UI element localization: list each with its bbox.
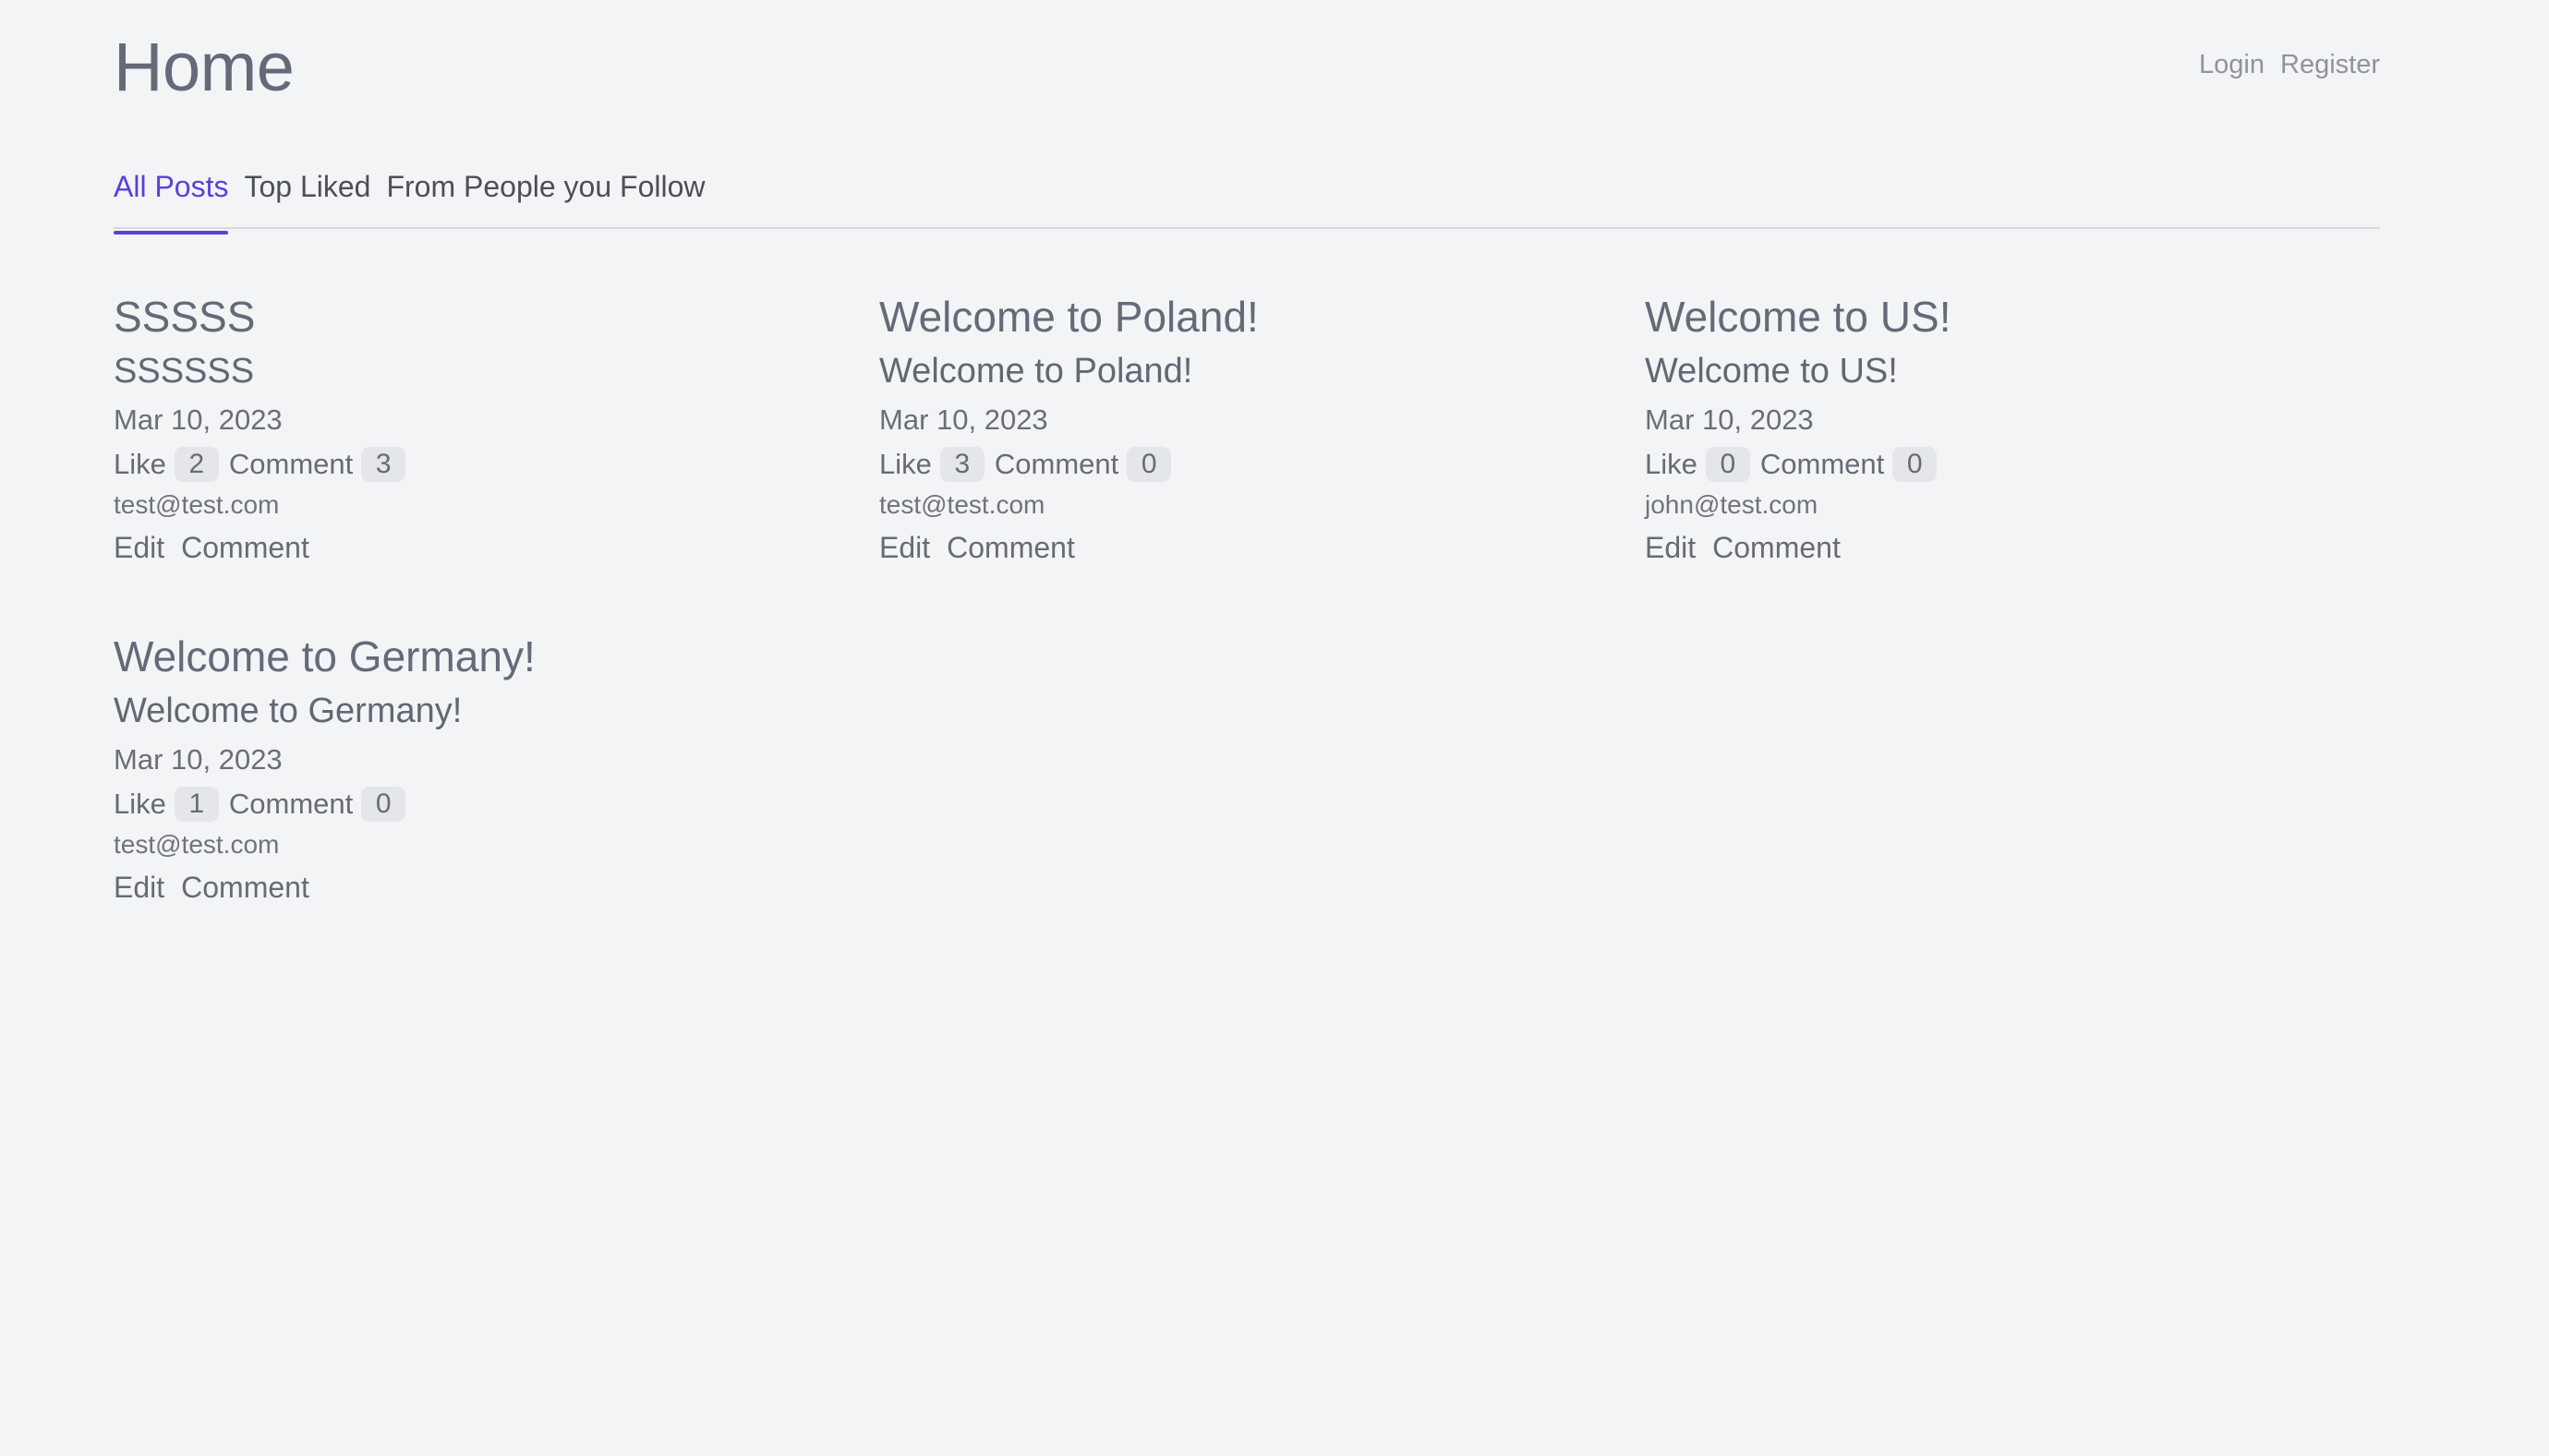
register-link[interactable]: Register	[2280, 50, 2380, 80]
post-stats: Like 2 Comment 3	[114, 443, 879, 486]
post-author: test@test.com	[114, 830, 280, 859]
edit-link[interactable]: Edit	[879, 524, 930, 571]
post-author: john@test.com	[1645, 490, 1818, 519]
comment-count-label: Comment	[1759, 448, 1885, 480]
comment-link[interactable]: Comment	[947, 524, 1075, 571]
login-link[interactable]: Login	[2199, 50, 2265, 80]
comment-link[interactable]: Comment	[1712, 524, 1841, 571]
comment-count-badge: 0	[361, 787, 406, 822]
post-card: SSSSS SSSSSS Mar 10, 2023 Like 2 Comment…	[114, 288, 879, 574]
like-count-badge: 3	[939, 447, 985, 482]
post-stats: Like 3 Comment 0	[879, 443, 1645, 486]
comment-link[interactable]: Comment	[181, 524, 309, 571]
post-card: Welcome to US! Welcome to US! Mar 10, 20…	[1645, 288, 2380, 574]
comment-count-label: Comment	[228, 448, 354, 480]
comment-count-badge: 0	[1892, 447, 1938, 482]
auth-links: Login Register	[2199, 50, 2380, 80]
post-card: Welcome to Germany! Welcome to Germany! …	[114, 628, 879, 914]
like-button[interactable]: Like	[879, 443, 932, 486]
post-date: Mar 10, 2023	[879, 403, 1048, 436]
post-list: SSSSS SSSSSS Mar 10, 2023 Like 2 Comment…	[114, 288, 2380, 914]
post-actions: Edit Comment	[114, 524, 879, 571]
page: Home Login Register All Posts Top Liked …	[114, 0, 2380, 904]
post-author: test@test.com	[879, 490, 1045, 519]
like-button[interactable]: Like	[1645, 443, 1697, 486]
tab-top-liked[interactable]: Top Liked	[244, 157, 370, 227]
post-title: SSSSS	[114, 293, 256, 341]
post-body: Welcome to US!	[1645, 352, 1898, 391]
post-date: Mar 10, 2023	[114, 743, 283, 776]
post-stats: Like 0 Comment 0	[1645, 443, 2380, 486]
post-body: Welcome to Germany!	[114, 692, 463, 730]
post-actions: Edit Comment	[114, 864, 879, 910]
like-button[interactable]: Like	[114, 443, 166, 486]
post-actions: Edit Comment	[879, 524, 1645, 571]
post-title: Welcome to US!	[1645, 293, 1951, 341]
post-body: Welcome to Poland!	[879, 352, 1193, 391]
comment-count-label: Comment	[228, 788, 354, 820]
like-count-badge: 2	[174, 447, 219, 482]
page-title: Home	[114, 29, 295, 105]
comment-count-label: Comment	[994, 448, 1119, 480]
comment-count-badge: 0	[1127, 447, 1172, 482]
header: Home Login Register	[114, 0, 2380, 138]
post-author: test@test.com	[114, 490, 280, 519]
edit-link[interactable]: Edit	[114, 524, 164, 571]
like-count-badge: 0	[1705, 447, 1750, 482]
comment-count-badge: 3	[361, 447, 406, 482]
like-button[interactable]: Like	[114, 783, 166, 825]
comment-link[interactable]: Comment	[181, 864, 309, 910]
post-stats: Like 1 Comment 0	[114, 783, 879, 825]
like-count-badge: 1	[174, 787, 219, 822]
post-title: Welcome to Poland!	[879, 293, 1259, 341]
edit-link[interactable]: Edit	[1645, 524, 1696, 571]
post-title: Welcome to Germany!	[114, 632, 536, 680]
post-filter-tabs: All Posts Top Liked From People you Foll…	[114, 157, 2380, 235]
tab-all-posts[interactable]: All Posts	[114, 157, 229, 235]
post-body: SSSSSS	[114, 352, 255, 391]
post-date: Mar 10, 2023	[114, 403, 283, 436]
post-card: Welcome to Poland! Welcome to Poland! Ma…	[879, 288, 1645, 574]
edit-link[interactable]: Edit	[114, 864, 164, 910]
post-date: Mar 10, 2023	[1645, 403, 1814, 436]
tab-from-people-you-follow[interactable]: From People you Follow	[386, 157, 705, 227]
post-actions: Edit Comment	[1645, 524, 2380, 571]
